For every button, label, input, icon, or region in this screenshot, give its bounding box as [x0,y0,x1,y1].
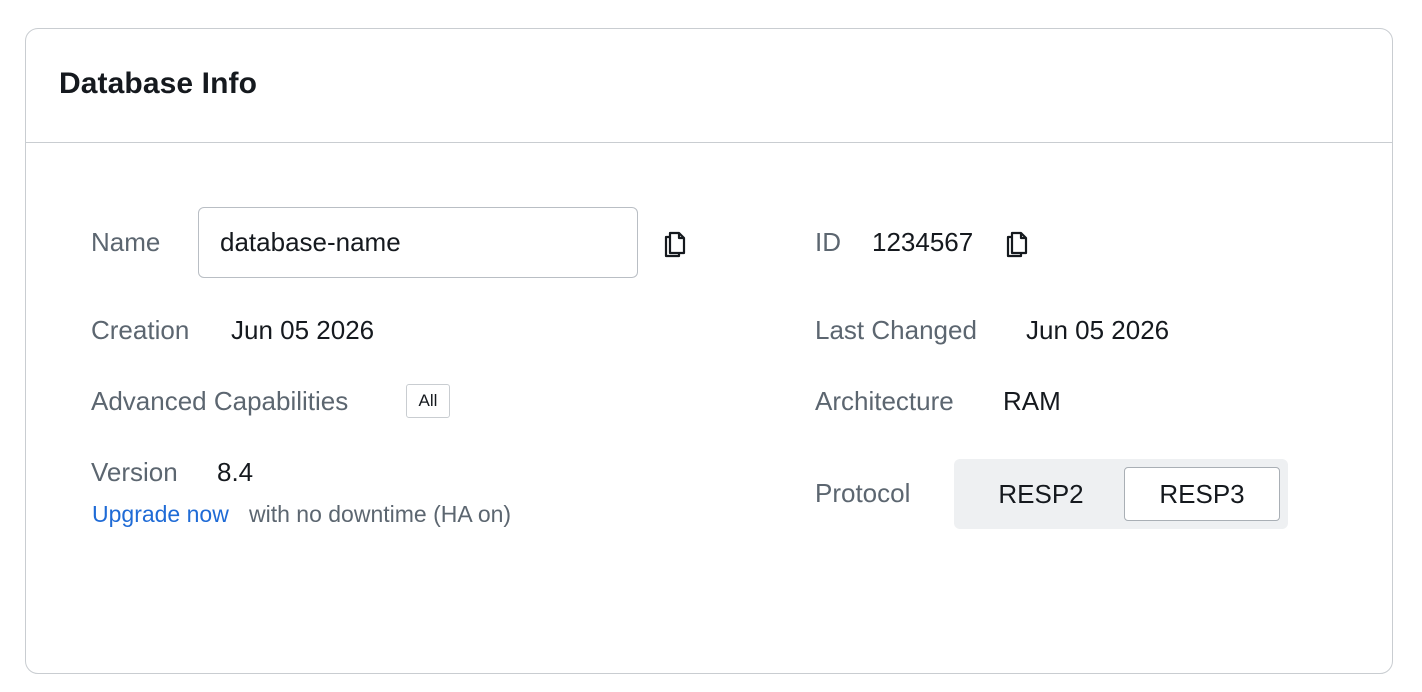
version-value: 8.4 [217,457,254,487]
name-input[interactable] [198,207,638,278]
advanced-capabilities-label: Advanced Capabilities [91,386,349,416]
protocol-option-resp2[interactable]: RESP2 [960,467,1122,521]
architecture-label: Architecture [815,386,954,416]
id-value: 1234567 [872,227,974,257]
copy-icon[interactable] [1004,228,1030,258]
architecture-value: RAM [1003,386,1061,416]
version-label: Version [91,457,178,487]
card-header: Database Info [26,29,1392,143]
creation-value: Jun 05 2026 [231,315,375,345]
upgrade-note: with no downtime (HA on) [249,501,512,527]
upgrade-now-link[interactable]: Upgrade now [92,501,229,528]
id-label: ID [815,227,841,257]
protocol-label: Protocol [815,478,911,508]
protocol-segmented-control: RESP2 RESP3 [954,459,1288,529]
last-changed-label: Last Changed [815,315,977,345]
copy-icon[interactable] [662,228,688,258]
database-info-card: Database Info Name Creation Jun 05 2026 … [25,28,1393,674]
card-title: Database Info [59,67,258,100]
name-label: Name [91,227,161,257]
capabilities-badge: All [406,384,450,418]
creation-label: Creation [91,315,190,345]
protocol-option-resp3[interactable]: RESP3 [1124,467,1280,521]
last-changed-value: Jun 05 2026 [1026,315,1170,345]
